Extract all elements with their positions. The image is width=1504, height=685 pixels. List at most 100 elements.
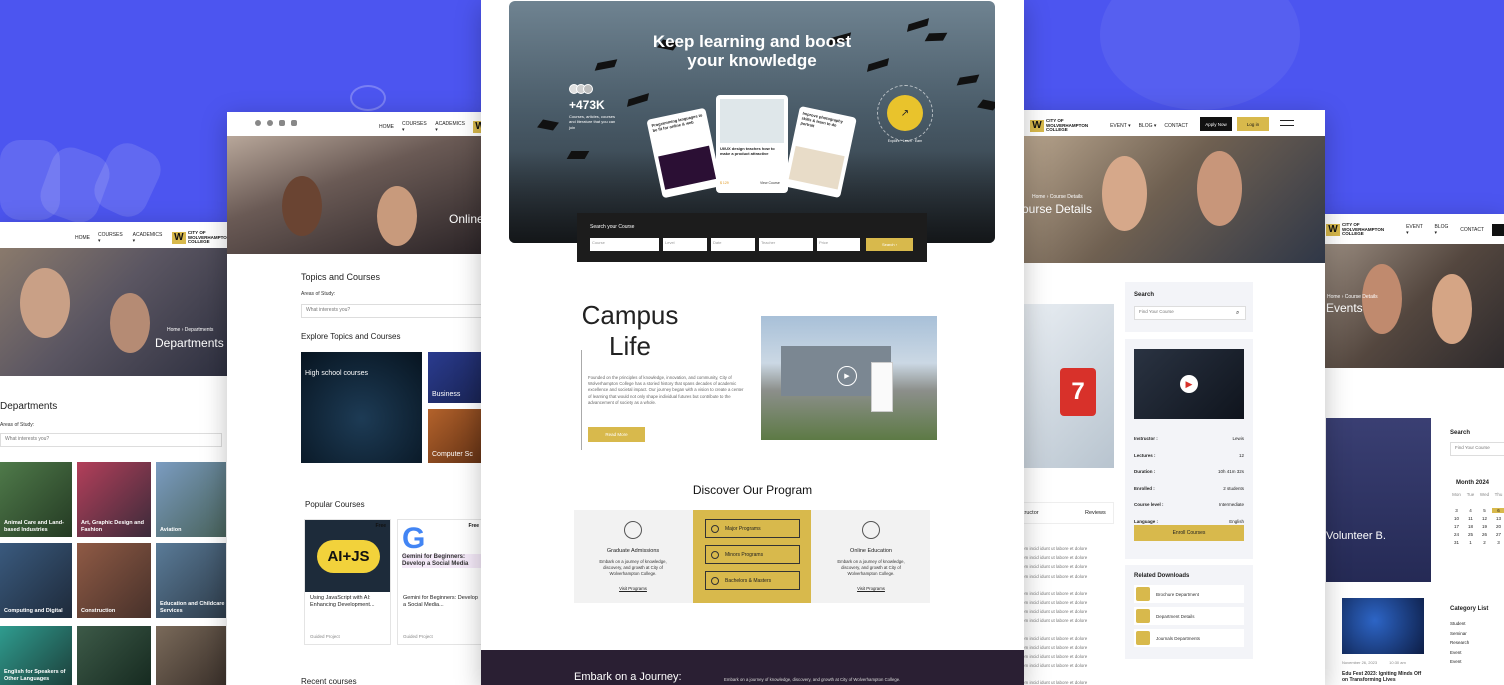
download-item[interactable]: Brochure Department (1134, 585, 1244, 603)
department-card[interactable]: Animal Care and Land-based Industries (0, 462, 72, 537)
department-card[interactable]: English for Speakers of Other Languages (0, 626, 72, 685)
calendar-day[interactable] (1492, 500, 1504, 505)
login-button[interactable]: Log in (1237, 117, 1269, 131)
calendar-day[interactable]: 17 (1450, 524, 1463, 529)
topic-tile[interactable]: Business (428, 352, 487, 403)
program-button[interactable]: Bachelors & Masters (705, 571, 800, 590)
search-field-price[interactable]: Price (817, 238, 860, 251)
nav-event[interactable]: EVENT ▾ (1406, 224, 1426, 236)
course-video[interactable]: ▶ (1134, 349, 1244, 419)
calendar-day[interactable]: 2 (1478, 540, 1491, 545)
department-card[interactable]: Aviation (156, 462, 226, 537)
search-input[interactable]: What interests you? (301, 304, 487, 318)
calendar-grid[interactable]: MonTueWedThuFriSatSun1234567891011121314… (1450, 492, 1504, 545)
event-title[interactable]: Edu Fest 2023: Igniting Minds Off on Tra… (1342, 671, 1424, 684)
play-icon[interactable]: ▶ (1180, 375, 1198, 393)
calendar-day[interactable]: 26 (1478, 532, 1491, 537)
search-field-date[interactable]: Date (711, 238, 755, 251)
apply-button[interactable] (1492, 224, 1504, 237)
nav-blog[interactable]: BLOG ▾ (1435, 224, 1453, 236)
calendar-day[interactable]: 1 (1464, 540, 1477, 545)
calendar-day[interactable] (1478, 500, 1491, 505)
nav-event[interactable]: EVENT ▾ (1110, 123, 1130, 129)
department-card[interactable]: Construction (77, 543, 151, 618)
nav-home[interactable]: HOME (379, 124, 394, 130)
department-label: Education and Childcare Services (160, 601, 225, 614)
search-field-teacher[interactable]: Teacher (759, 238, 813, 251)
download-item[interactable]: Journals Departments (1134, 629, 1244, 647)
category-item[interactable]: Seminar (1450, 629, 1469, 639)
department-card[interactable] (156, 626, 226, 685)
calendar-day[interactable]: 6 (1492, 508, 1504, 513)
info-value: Lewis (1232, 436, 1244, 441)
calendar-day[interactable]: 3 (1450, 508, 1463, 513)
program-button[interactable]: Major Programs (705, 519, 800, 538)
calendar-day[interactable] (1450, 500, 1463, 505)
youtube-icon[interactable] (291, 120, 297, 126)
play-icon[interactable]: ▶ (837, 366, 857, 386)
nav-academics[interactable]: ACADEMICS ▾ (133, 232, 164, 244)
nav-courses[interactable]: COURSES ▾ (98, 232, 125, 244)
calendar-day[interactable]: 27 (1492, 532, 1504, 537)
nav-contact[interactable]: CONTACT (1164, 123, 1188, 129)
calendar-day[interactable]: 18 (1464, 524, 1477, 529)
facebook-icon[interactable] (255, 120, 261, 126)
search-icon[interactable]: ⌕ (1236, 310, 1239, 317)
tab-reviews[interactable]: Reviews (1085, 510, 1106, 516)
calendar-day[interactable]: 3 (1492, 540, 1504, 545)
menu-icon[interactable] (1280, 120, 1294, 126)
calendar-day[interactable] (1464, 500, 1477, 505)
linkedin-icon[interactable] (279, 120, 285, 126)
calendar-day[interactable]: 10 (1450, 516, 1463, 521)
category-item[interactable]: Event (1450, 648, 1469, 658)
search-input[interactable]: Find Your Course (1134, 306, 1246, 320)
topic-tile[interactable]: High school courses (301, 352, 422, 463)
department-card[interactable]: Education and Childcare Services (156, 543, 226, 618)
college-logo[interactable]: W CITY OF WOLVERHAMPTON COLLEGE (171, 230, 230, 245)
search-button[interactable]: Search › (866, 238, 913, 251)
enroll-button[interactable]: Enroll Courses (1134, 525, 1244, 541)
calendar-day[interactable]: 24 (1450, 532, 1463, 537)
course-card[interactable]: AI+JS Free Using JavaScript with AI: Enh… (304, 519, 391, 645)
course-preview-card[interactable]: UI/UX design teaches how to make a produ… (716, 95, 788, 193)
program-button[interactable]: Minors Programs (705, 545, 800, 564)
category-item[interactable]: Research (1450, 638, 1469, 648)
nav-academics[interactable]: ACADEMICS ▾ (435, 121, 465, 133)
calendar-day[interactable]: 12 (1478, 516, 1491, 521)
topic-tile[interactable]: Computer Sc (428, 409, 487, 463)
search-field-course[interactable]: Course (590, 238, 659, 251)
department-card[interactable]: Art, Graphic Design and Fashion (77, 462, 151, 537)
calendar-day[interactable]: 13 (1492, 516, 1504, 521)
campus-photo[interactable]: ▶ (761, 316, 937, 440)
search-input[interactable]: Find Your Course (1450, 442, 1504, 456)
calendar-day[interactable]: 4 (1464, 508, 1477, 513)
search-input[interactable]: What interests you? (0, 433, 222, 447)
calendar-day[interactable]: 31 (1450, 540, 1463, 545)
search-field-level[interactable]: Level (663, 238, 707, 251)
instagram-icon[interactable] (267, 120, 273, 126)
category-item[interactable]: Event (1450, 657, 1469, 667)
visit-programs-link[interactable]: Visit Programs (574, 586, 692, 591)
download-item[interactable]: Department Details (1134, 607, 1244, 625)
nav-blog[interactable]: BLOG ▾ (1139, 123, 1157, 129)
category-item[interactable]: Student (1450, 619, 1469, 629)
calendar-day[interactable]: 11 (1464, 516, 1477, 521)
calendar-day[interactable]: 5 (1478, 508, 1491, 513)
department-card[interactable] (77, 626, 151, 685)
college-logo[interactable]: W CITY OF WOLVERHAMPTON COLLEGE (1326, 222, 1384, 237)
read-more-button[interactable]: Read More (588, 427, 645, 442)
nav-home[interactable]: HOME (75, 235, 90, 241)
course-card[interactable]: G Gemini for Beginners: Develop a Social… (397, 519, 484, 645)
calendar-day[interactable]: 20 (1492, 524, 1504, 529)
apply-button[interactable]: Apply Now (1200, 117, 1232, 131)
calendar-day[interactable]: 25 (1464, 532, 1477, 537)
nav-courses[interactable]: COURSES ▾ (402, 121, 427, 133)
event-card[interactable]: Volunteer B. (1326, 418, 1431, 582)
college-logo[interactable]: W CITY OF WOLVERHAMPTON COLLEGE (1030, 118, 1088, 133)
nav-contact[interactable]: CONTACT (1460, 227, 1484, 233)
visit-programs-link[interactable]: Visit Programs (812, 586, 930, 591)
calendar-day[interactable]: 19 (1478, 524, 1491, 529)
department-card[interactable]: Computing and Digital (0, 543, 72, 618)
course-photo: 7 (1022, 304, 1114, 468)
tab-instructor[interactable]: tructor (1023, 510, 1039, 516)
